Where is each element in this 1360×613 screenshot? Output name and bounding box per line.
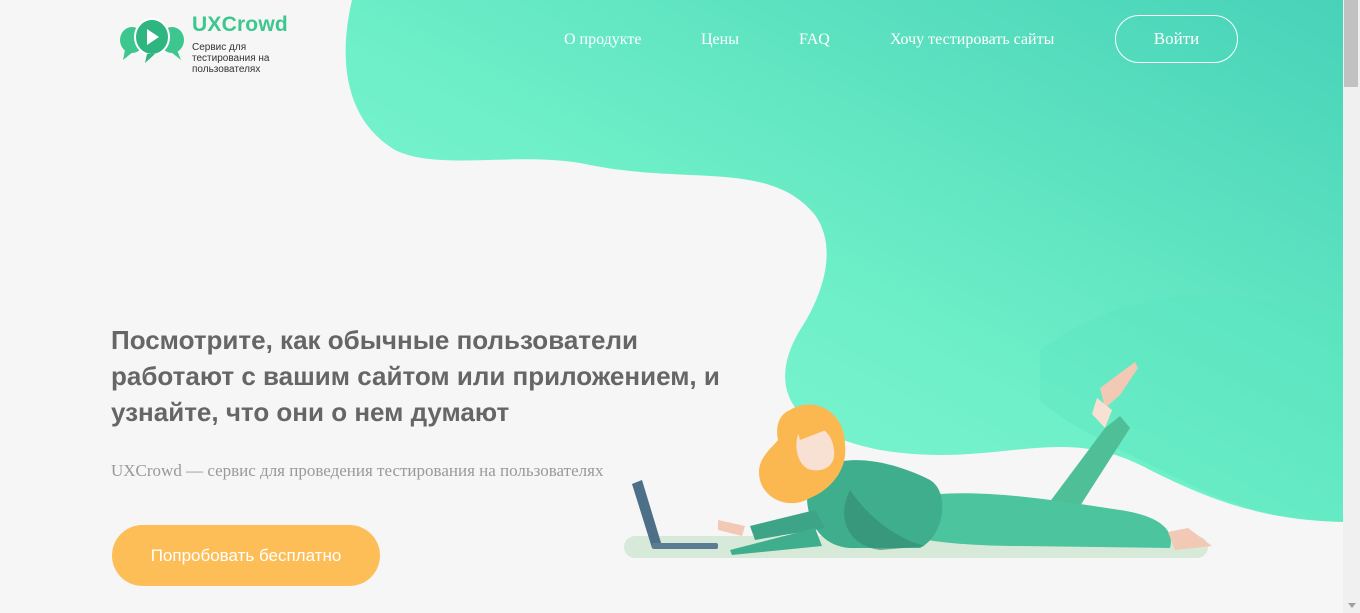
try-free-button[interactable]: Попробовать бесплатно: [112, 525, 380, 586]
logo-tagline: Сервис для тестирования на пользователях: [192, 42, 270, 75]
logo[interactable]: UXCrowd Сервис для тестирования на польз…: [119, 13, 319, 75]
scrollbar-thumb[interactable]: [1344, 0, 1358, 87]
nav-item-product[interactable]: О продукте: [564, 31, 641, 49]
nav-item-become-tester[interactable]: Хочу тестировать сайты: [890, 31, 1054, 49]
login-button[interactable]: Войти: [1115, 15, 1238, 63]
scroll-down-arrow-icon[interactable]: [1348, 603, 1356, 608]
hero-subtitle: UXCrowd — сервис для проведения тестиров…: [111, 461, 604, 480]
nav-item-faq[interactable]: FAQ: [799, 31, 830, 49]
woman-with-laptop-illustration: [624, 362, 1212, 558]
logo-name: UXCrowd: [192, 13, 288, 36]
site-header: UXCrowd Сервис для тестирования на польз…: [0, 0, 1343, 80]
page-scrollbar[interactable]: [1343, 0, 1360, 613]
chat-bubbles-play-icon: [120, 18, 184, 63]
nav-item-prices[interactable]: Цены: [701, 31, 739, 49]
